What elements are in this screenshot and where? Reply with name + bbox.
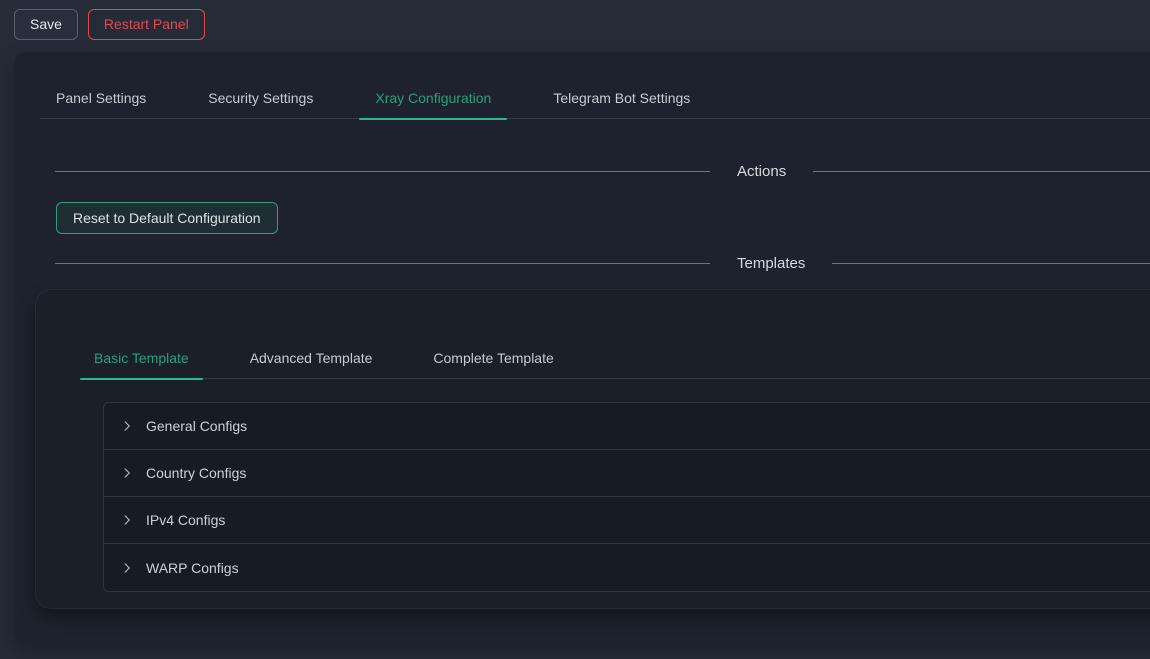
actions-divider: Actions: [55, 163, 1150, 180]
reset-to-default-button[interactable]: Reset to Default Configuration: [56, 202, 278, 234]
collapse-item-warp-configs[interactable]: WARP Configs: [104, 544, 1150, 591]
chevron-right-icon: [121, 467, 133, 479]
divider-line: [813, 171, 1150, 173]
templates-divider: Templates: [55, 255, 1150, 272]
save-button[interactable]: Save: [14, 9, 78, 40]
collapse-item-label: General Configs: [146, 418, 247, 434]
tab-xray-configuration[interactable]: Xray Configuration: [359, 78, 507, 118]
chevron-right-icon: [121, 420, 133, 432]
collapse-item-general-configs[interactable]: General Configs: [104, 403, 1150, 450]
tab-telegram-bot-settings[interactable]: Telegram Bot Settings: [537, 78, 706, 118]
actions-divider-title: Actions: [710, 163, 813, 180]
collapse-item-label: Country Configs: [146, 465, 246, 481]
divider-line: [55, 171, 710, 173]
tab-security-settings[interactable]: Security Settings: [192, 78, 329, 118]
topbar: Save Restart Panel: [0, 0, 1150, 48]
collapse-item-ipv4-configs[interactable]: IPv4 Configs: [104, 497, 1150, 544]
tab-basic-template[interactable]: Basic Template: [80, 338, 203, 378]
page: { "topbar": { "save_label": "Save", "res…: [0, 0, 1150, 659]
collapse-item-label: IPv4 Configs: [146, 512, 225, 528]
divider-line: [55, 263, 710, 265]
templates-divider-title: Templates: [710, 255, 832, 272]
settings-tab-bar: Panel Settings Security Settings Xray Co…: [40, 78, 1150, 119]
chevron-right-icon: [121, 514, 133, 526]
template-tab-bar: Basic Template Advanced Template Complet…: [80, 338, 1150, 379]
collapse-item-country-configs[interactable]: Country Configs: [104, 450, 1150, 497]
restart-panel-button[interactable]: Restart Panel: [88, 9, 205, 40]
collapse-item-label: WARP Configs: [146, 560, 239, 576]
templates-card: Basic Template Advanced Template Complet…: [35, 289, 1150, 609]
divider-line: [832, 263, 1150, 265]
config-collapse-list: General Configs Country Configs IPv4 Con…: [103, 402, 1150, 592]
tab-panel-settings[interactable]: Panel Settings: [40, 78, 162, 118]
chevron-right-icon: [121, 562, 133, 574]
settings-card: Panel Settings Security Settings Xray Co…: [14, 52, 1150, 643]
tab-advanced-template[interactable]: Advanced Template: [236, 338, 387, 378]
tab-complete-template[interactable]: Complete Template: [419, 338, 567, 378]
